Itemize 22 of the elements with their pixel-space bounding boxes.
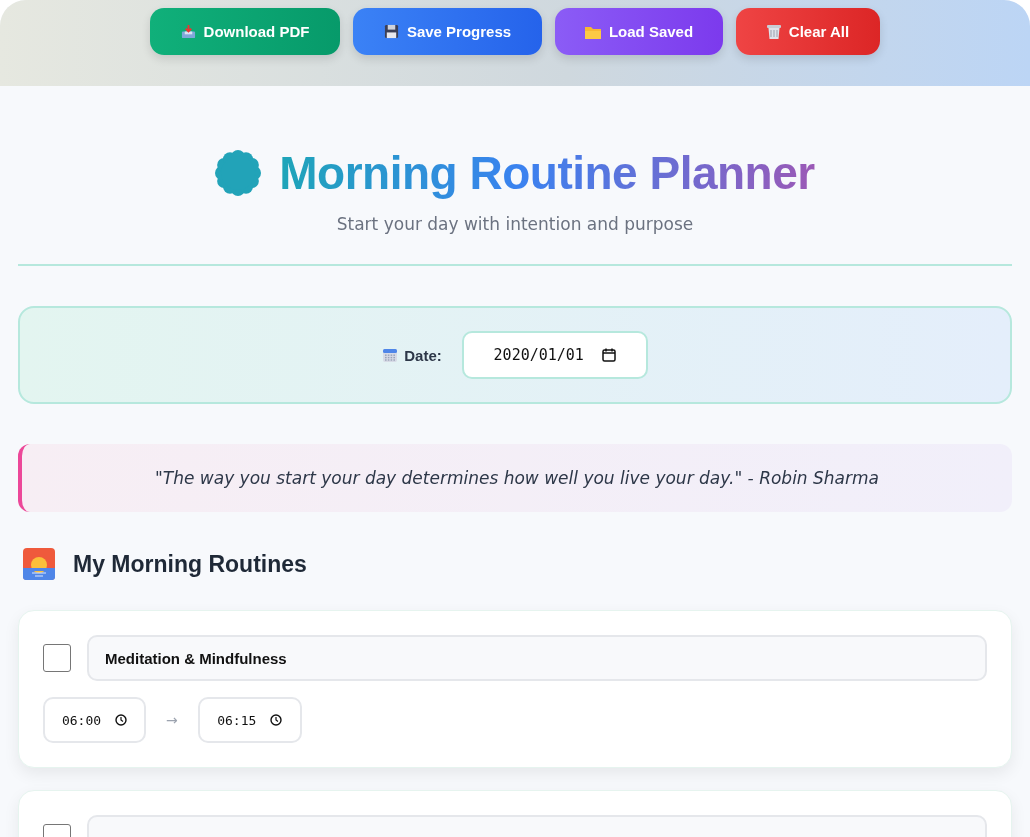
- inbox-tray-icon: [180, 24, 196, 39]
- folder-icon: [584, 24, 601, 39]
- clock-icon: [270, 714, 283, 726]
- start-time-field[interactable]: 06:00: [43, 697, 146, 743]
- clock-icon: [115, 714, 128, 726]
- end-time-field[interactable]: 06:15: [197, 697, 302, 743]
- sunrise-icon: [23, 548, 55, 580]
- section-title: My Morning Routines: [73, 550, 307, 578]
- calendar-icon: [601, 348, 616, 362]
- quote-text: "The way you start your day determines how well you live your day." - Robin Sharma: [18, 444, 1012, 512]
- date-input[interactable]: 2020/01/01: [461, 331, 648, 379]
- page-subtitle: Start your day with intention and purpose: [336, 214, 694, 234]
- arrow-text: →: [166, 712, 178, 728]
- date-label: Date:: [404, 346, 442, 364]
- calendar-icon: [382, 347, 399, 363]
- wastebasket-icon: [766, 24, 781, 39]
- routine-checkbox[interactable]: [43, 644, 71, 672]
- routine-title-field[interactable]: Meditation & Mindfulness: [87, 635, 987, 681]
- toolbar-button[interactable]: Load Saved: [555, 8, 723, 55]
- toolbar-button[interactable]: Clear All: [736, 8, 880, 55]
- toolbar-button[interactable]: Save Progress: [353, 8, 542, 55]
- flower-icon: [215, 150, 262, 196]
